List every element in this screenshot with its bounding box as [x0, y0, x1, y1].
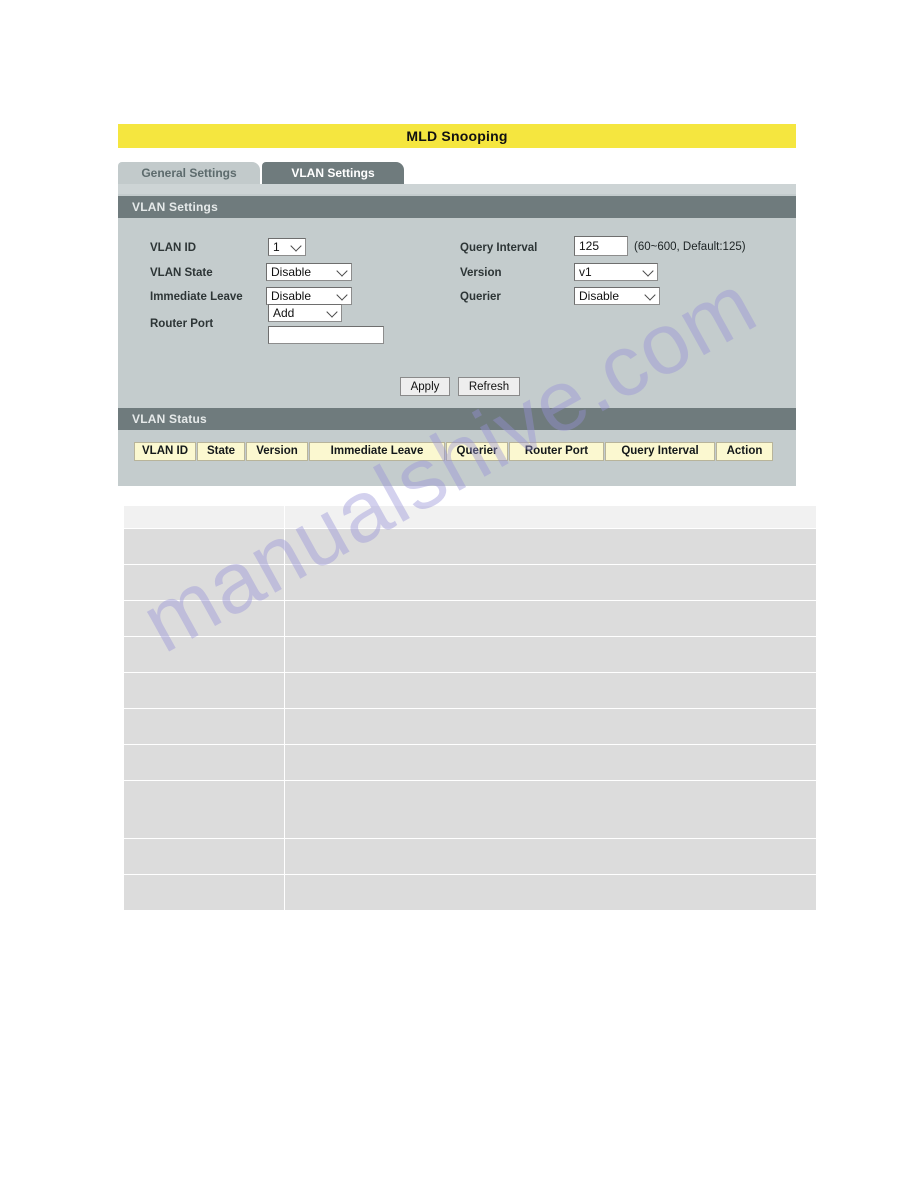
table-cell-right	[284, 564, 817, 601]
table-row	[123, 505, 817, 529]
table-row	[123, 636, 817, 673]
status-column-header: Querier	[446, 441, 508, 461]
table-row	[123, 838, 817, 875]
chevron-down-icon	[290, 240, 302, 252]
table-cell-right	[284, 708, 817, 745]
vlan-settings-panel: VLAN Settings VLAN ID 1 VLAN State Disab…	[118, 184, 796, 486]
table-cell-left	[123, 744, 285, 781]
status-column-header: Query Interval	[605, 441, 715, 461]
bottom-table	[123, 505, 817, 911]
version-value: v1	[579, 265, 592, 279]
table-cell-right	[284, 874, 817, 911]
table-cell-left	[123, 636, 285, 673]
table-cell-right	[284, 600, 817, 637]
table-cell-right	[284, 672, 817, 709]
chevron-down-icon	[336, 289, 348, 301]
table-cell-right	[284, 780, 817, 839]
immediate-leave-select[interactable]: Disable	[266, 287, 352, 305]
table-cell-right	[284, 838, 817, 875]
vlan-status-table-header: VLAN ID State Version Immediate Leave Querie…	[118, 440, 796, 462]
vlan-settings-form: VLAN ID 1 VLAN State Disable Immediate L…	[118, 218, 796, 408]
status-column-header: Version	[246, 441, 308, 461]
router-port-action-select[interactable]: Add	[268, 304, 342, 322]
router-port-action-value: Add	[273, 306, 295, 320]
chevron-down-icon	[642, 265, 654, 277]
table-row	[123, 744, 817, 781]
refresh-button[interactable]: Refresh	[458, 377, 520, 396]
tab-strip: General Settings VLAN Settings	[118, 162, 796, 184]
table-cell-left	[123, 838, 285, 875]
table-cell-left	[123, 600, 285, 637]
query-interval-hint: (60~600, Default:125)	[634, 241, 746, 253]
table-row	[123, 600, 817, 637]
label-vlan-id: VLAN ID	[150, 242, 196, 254]
table-cell-left	[123, 780, 285, 839]
table-cell-left	[123, 708, 285, 745]
vlan-id-select[interactable]: 1	[268, 238, 306, 256]
label-querier: Querier	[460, 291, 501, 303]
table-row	[123, 874, 817, 911]
vlan-id-value: 1	[273, 240, 280, 254]
table-cell-left	[123, 505, 285, 529]
table-row	[123, 528, 817, 565]
chevron-down-icon	[644, 289, 656, 301]
querier-value: Disable	[579, 289, 620, 303]
table-row	[123, 564, 817, 601]
status-column-header: Action	[716, 441, 773, 461]
chevron-down-icon	[336, 265, 348, 277]
status-column-header: Router Port	[509, 441, 604, 461]
table-row	[123, 672, 817, 709]
page-title: MLD Snooping	[118, 124, 796, 148]
table-cell-right	[284, 744, 817, 781]
vlan-state-value: Disable	[271, 265, 312, 279]
table-cell-left	[123, 672, 285, 709]
table-cell-left	[123, 528, 285, 565]
panel-top-edge	[118, 184, 796, 194]
table-cell-left	[123, 874, 285, 911]
label-version: Version	[460, 267, 502, 279]
chevron-down-icon	[326, 306, 338, 318]
immediate-leave-value: Disable	[271, 289, 312, 303]
label-query-interval: Query Interval	[460, 242, 538, 254]
status-column-header: State	[197, 441, 245, 461]
label-immediate-leave: Immediate Leave	[150, 291, 243, 303]
apply-button[interactable]: Apply	[400, 377, 450, 396]
status-column-header: Immediate Leave	[309, 441, 445, 461]
label-vlan-state: VLAN State	[150, 267, 213, 279]
mld-snooping-page: MLD Snooping General Settings VLAN Setti…	[0, 0, 918, 1188]
table-cell-right	[284, 636, 817, 673]
tab-vlan-settings[interactable]: VLAN Settings	[262, 162, 404, 184]
tab-general-settings[interactable]: General Settings	[118, 162, 260, 184]
table-cell-right	[284, 528, 817, 565]
vlan-state-select[interactable]: Disable	[266, 263, 352, 281]
section-header-vlan-settings: VLAN Settings	[118, 196, 796, 218]
querier-select[interactable]: Disable	[574, 287, 660, 305]
label-router-port: Router Port	[150, 318, 214, 330]
table-row	[123, 780, 817, 839]
version-select[interactable]: v1	[574, 263, 658, 281]
table-cell-left	[123, 564, 285, 601]
query-interval-input[interactable]: 125	[574, 236, 628, 256]
section-header-vlan-status: VLAN Status	[118, 408, 796, 430]
router-port-input[interactable]	[268, 326, 384, 344]
table-row	[123, 708, 817, 745]
table-cell-right	[284, 505, 817, 529]
status-column-header: VLAN ID	[134, 441, 196, 461]
